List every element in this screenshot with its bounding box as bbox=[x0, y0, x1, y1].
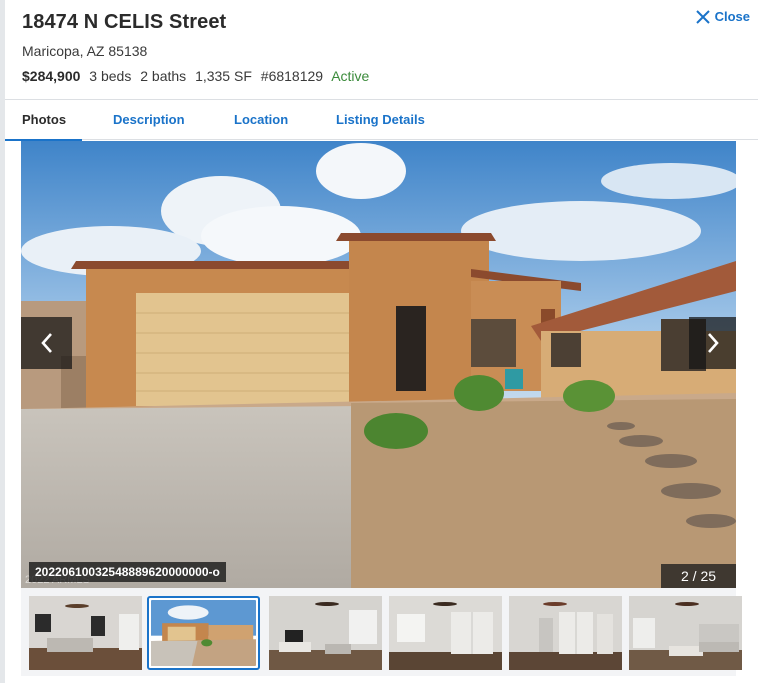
house-exterior-photo bbox=[21, 141, 736, 588]
listing-address: 18474 N CELIS Street bbox=[22, 11, 227, 33]
tab-description[interactable]: Description bbox=[113, 100, 185, 140]
listing-mls-number: #6818129 bbox=[260, 68, 324, 84]
thumbnail-image bbox=[269, 596, 382, 670]
thumbnail-image bbox=[509, 596, 622, 670]
thumbnail-strip bbox=[21, 588, 742, 676]
chevron-right-icon bbox=[707, 333, 719, 353]
chevron-left-icon bbox=[40, 333, 52, 353]
previous-photo-button[interactable] bbox=[21, 317, 72, 369]
thumbnail-living-room-2[interactable] bbox=[629, 596, 742, 670]
tab-bar: Photos Description Location Listing Deta… bbox=[4, 100, 758, 141]
thumbnail-image bbox=[389, 596, 502, 670]
listing-price: $284,900 bbox=[22, 68, 81, 84]
close-label: Close bbox=[714, 9, 750, 24]
thumbnail-bedroom-closet[interactable] bbox=[509, 596, 622, 670]
thumbnail-exterior-front[interactable] bbox=[147, 596, 260, 670]
tab-photos[interactable]: Photos bbox=[4, 100, 83, 141]
listing-facts: $284,900 3 beds 2 baths 1,335 SF #681812… bbox=[22, 68, 374, 84]
photo-counter: 2 / 25 bbox=[661, 564, 736, 588]
close-icon bbox=[695, 9, 710, 24]
listing-city: Maricopa, AZ 85138 bbox=[22, 43, 148, 59]
thumbnail-living-room-tv[interactable] bbox=[269, 596, 382, 670]
close-button[interactable]: Close bbox=[695, 9, 750, 24]
thumbnail-living-room[interactable] bbox=[29, 596, 142, 670]
main-photo: 2022 ARMLS 20220610032548889620000000-o … bbox=[21, 141, 736, 588]
tab-location[interactable]: Location bbox=[234, 100, 288, 140]
thumbnail-bedroom[interactable] bbox=[389, 596, 502, 670]
tab-listing-details[interactable]: Listing Details bbox=[336, 100, 425, 140]
listing-baths: 2 baths bbox=[140, 68, 187, 84]
listing-status: Active bbox=[331, 68, 370, 84]
thumbnail-image bbox=[629, 596, 742, 670]
listing-header: 18474 N CELIS Street Maricopa, AZ 85138 … bbox=[22, 10, 758, 98]
listing-sqft: 1,335 SF bbox=[195, 68, 252, 84]
listing-beds: 3 beds bbox=[89, 68, 132, 84]
thumbnail-image bbox=[151, 600, 256, 666]
thumbnail-image bbox=[29, 596, 142, 670]
photo-caption: 20220610032548889620000000-o bbox=[29, 562, 226, 582]
next-photo-button[interactable] bbox=[689, 317, 736, 369]
